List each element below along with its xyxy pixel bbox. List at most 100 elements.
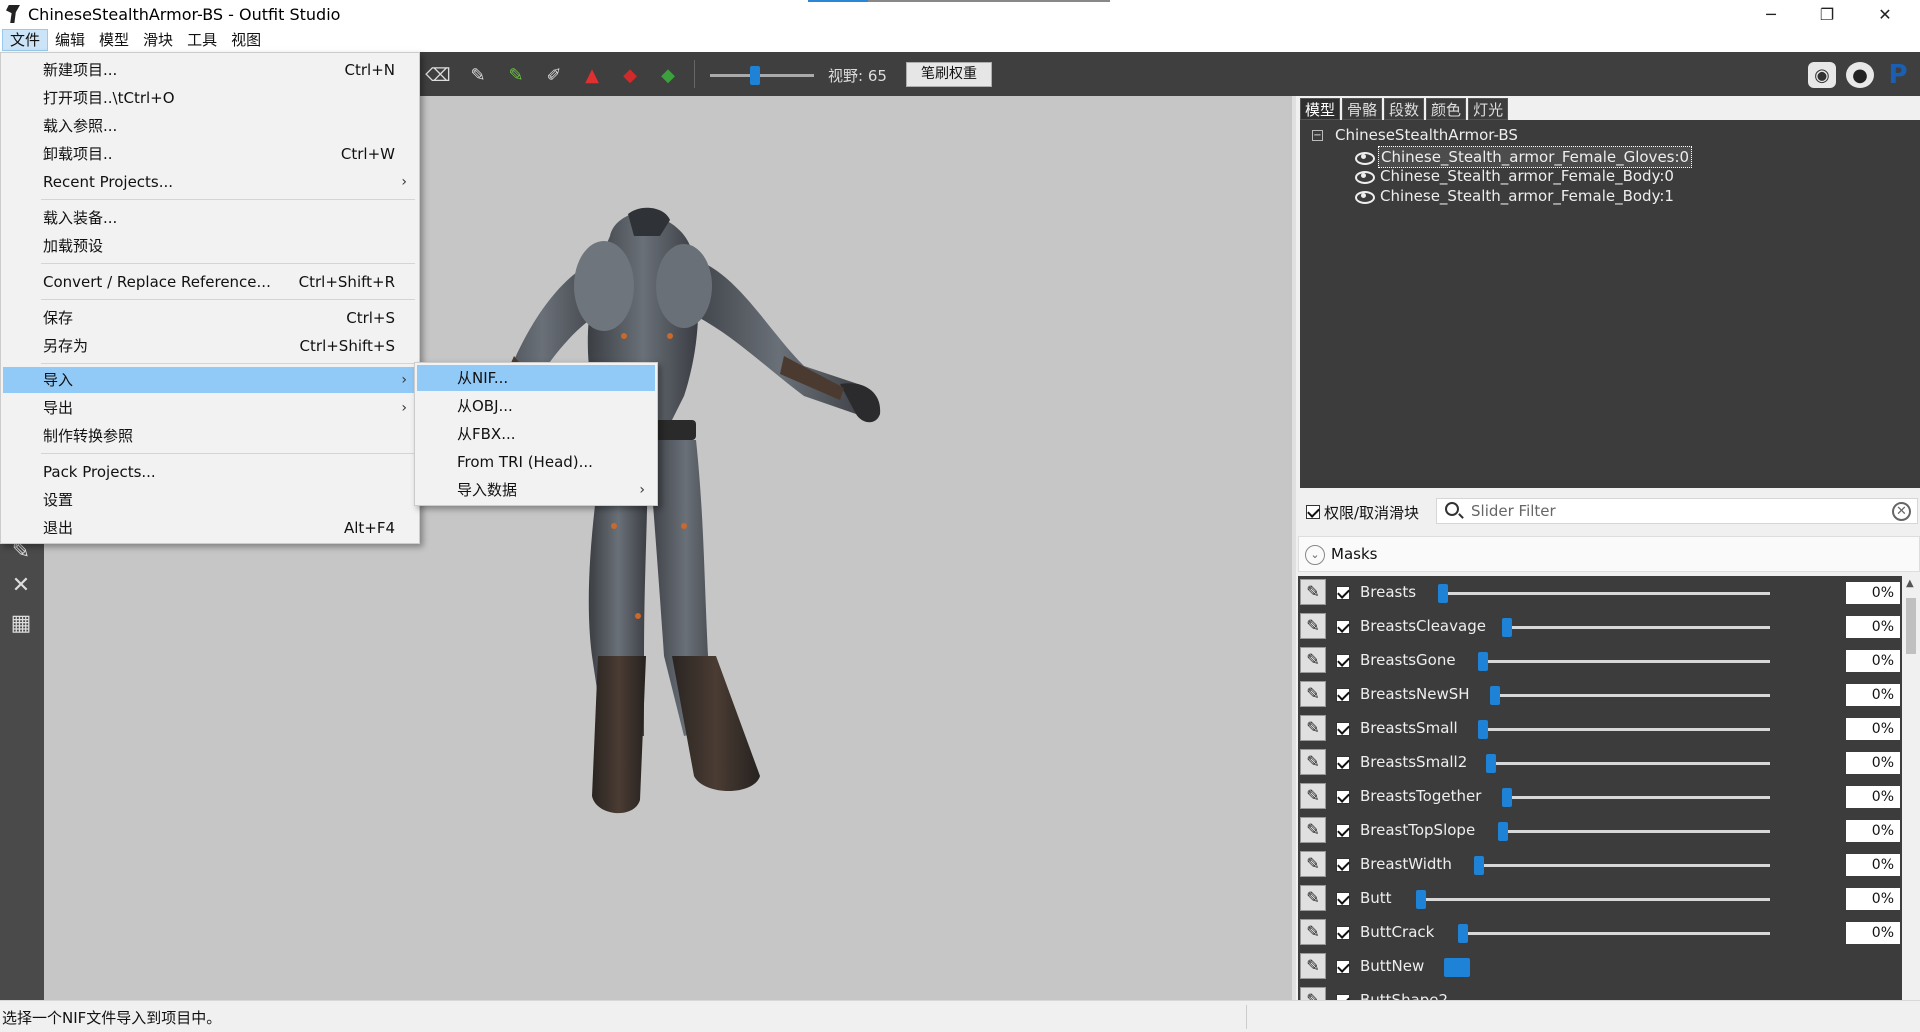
scrollbar-thumb[interactable]: [1906, 598, 1916, 654]
bone-tool-icon[interactable]: ✕: [6, 570, 36, 600]
pivot-icon[interactable]: ◆: [618, 63, 642, 87]
slider-value[interactable]: 0%: [1846, 752, 1900, 774]
menu-item-from-obj[interactable]: 从OBJ...: [417, 393, 655, 419]
menu-item-from-fbx[interactable]: 从FBX...: [417, 421, 655, 447]
edit-slider-icon[interactable]: ✎: [1300, 749, 1326, 775]
deflate-brush-icon[interactable]: ✎: [504, 63, 528, 87]
slider-filter-input[interactable]: Slider Filter ✕: [1436, 498, 1918, 524]
slider-track[interactable]: [1498, 830, 1770, 833]
smooth-brush-icon[interactable]: ✎: [466, 63, 490, 87]
menu-item-load-preset[interactable]: 加载预设: [3, 233, 417, 259]
slider-thumb[interactable]: [1486, 754, 1496, 773]
edit-slider-icon[interactable]: ✎: [1300, 613, 1326, 639]
brush-size-slider[interactable]: [710, 66, 814, 85]
slider-checkbox[interactable]: [1336, 586, 1350, 600]
menu-item-save[interactable]: 保存 Ctrl+S: [3, 305, 417, 331]
menu-item-make-conversion-ref[interactable]: 制作转换参照: [3, 423, 417, 449]
slider-track[interactable]: [1486, 762, 1770, 765]
collapse-icon[interactable]: −: [1312, 129, 1323, 141]
slider-checkbox[interactable]: [1336, 858, 1350, 872]
slider-value[interactable]: 0%: [1846, 786, 1900, 808]
menu-item-settings[interactable]: 设置: [3, 487, 417, 513]
slider-checkbox[interactable]: [1336, 892, 1350, 906]
paypal-icon[interactable]: P: [1884, 60, 1912, 90]
edit-slider-icon[interactable]: ✎: [1300, 817, 1326, 843]
slider-value[interactable]: 0%: [1846, 684, 1900, 706]
edit-slider-icon[interactable]: ✎: [1300, 783, 1326, 809]
menu-view[interactable]: 视图: [224, 29, 268, 51]
edit-slider-icon[interactable]: ✎: [1300, 647, 1326, 673]
close-button[interactable]: ✕: [1862, 0, 1908, 28]
slider-value[interactable]: 0%: [1846, 922, 1900, 944]
menu-item-save-as[interactable]: 另存为 Ctrl+Shift+S: [3, 333, 417, 359]
slider-thumb[interactable]: [1478, 652, 1488, 671]
edit-slider-icon[interactable]: ✎: [1300, 851, 1326, 877]
slider-track[interactable]: [1490, 694, 1770, 697]
menu-item-load-outfit[interactable]: 载入装备...: [3, 205, 417, 231]
slider-checkbox[interactable]: [1336, 926, 1350, 940]
edit-slider-icon[interactable]: ✎: [1300, 681, 1326, 707]
tab-bones[interactable]: 骨骼: [1342, 98, 1383, 120]
slider-value[interactable]: 0%: [1846, 650, 1900, 672]
slider-list-scrollbar[interactable]: ▲: [1902, 576, 1920, 1000]
tab-lights[interactable]: 灯光: [1468, 98, 1509, 120]
clear-icon[interactable]: ✕: [1892, 502, 1911, 521]
slider-value[interactable]: 0%: [1846, 854, 1900, 876]
slider-checkbox[interactable]: [1336, 960, 1350, 974]
visibility-eye-icon[interactable]: [1354, 151, 1375, 165]
menu-item-convert-reference[interactable]: Convert / Replace Reference... Ctrl+Shif…: [3, 269, 417, 295]
slider-track[interactable]: [1416, 898, 1770, 901]
slider-track[interactable]: [1502, 796, 1770, 799]
transform-icon[interactable]: ▲: [580, 63, 604, 87]
slider-checkbox[interactable]: [1336, 824, 1350, 838]
tree-node-body0[interactable]: Chinese_Stealth_armor_Female_Body:0: [1354, 166, 1676, 186]
menu-item-new-project[interactable]: 新建项目... Ctrl+N: [3, 57, 417, 83]
slider-value[interactable]: 0%: [1846, 820, 1900, 842]
tab-model[interactable]: 模型: [1300, 98, 1341, 120]
github-icon[interactable]: ●: [1846, 62, 1874, 88]
scroll-up-icon[interactable]: ▲: [1906, 578, 1914, 589]
tab-segments[interactable]: 段数: [1384, 98, 1425, 120]
brush-size-thumb[interactable]: [750, 66, 760, 85]
slider-checkbox[interactable]: [1336, 620, 1350, 634]
slider-value[interactable]: 0%: [1846, 582, 1900, 604]
menu-tools[interactable]: 工具: [180, 29, 224, 51]
visibility-eye-icon[interactable]: [1354, 190, 1375, 204]
edit-slider-icon[interactable]: ✎: [1300, 579, 1326, 605]
slider-track[interactable]: [1502, 626, 1770, 629]
slider-thumb[interactable]: [1444, 958, 1470, 977]
visibility-eye-icon[interactable]: [1354, 170, 1375, 184]
slider-checkbox[interactable]: [1336, 756, 1350, 770]
slider-thumb[interactable]: [1416, 890, 1426, 909]
eraser-brush-icon[interactable]: ⌫: [425, 63, 450, 87]
tree-root[interactable]: − ChineseStealthArmor-BS: [1312, 126, 1518, 144]
toggle-sliders-checkbox[interactable]: [1306, 505, 1320, 519]
slider-value[interactable]: 0%: [1846, 718, 1900, 740]
edit-slider-icon[interactable]: ✎: [1300, 715, 1326, 741]
slider-track[interactable]: [1474, 864, 1770, 867]
slider-thumb[interactable]: [1438, 584, 1448, 603]
menu-item-unload-project[interactable]: 卸载项目.. Ctrl+W: [3, 141, 417, 167]
menu-item-from-tri[interactable]: From TRI (Head)...: [417, 449, 655, 475]
menu-item-open-project[interactable]: 打开项目..\tCtrl+O: [3, 85, 417, 111]
slider-checkbox[interactable]: [1336, 688, 1350, 702]
brush-weight-button[interactable]: 笔刷权重: [906, 62, 992, 87]
slider-track[interactable]: [1478, 728, 1770, 731]
edit-slider-icon[interactable]: ✎: [1300, 919, 1326, 945]
chevron-down-icon[interactable]: ⌄: [1305, 545, 1325, 565]
menu-item-pack-projects[interactable]: Pack Projects...: [3, 459, 417, 485]
menu-item-exit[interactable]: 退出 Alt+F4: [3, 515, 417, 541]
grid-tool-icon[interactable]: ▦: [6, 608, 36, 638]
slider-value[interactable]: 0%: [1846, 888, 1900, 910]
slider-thumb[interactable]: [1478, 720, 1488, 739]
slider-thumb[interactable]: [1498, 822, 1508, 841]
edit-slider-icon[interactable]: ✎: [1300, 885, 1326, 911]
slider-thumb[interactable]: [1502, 788, 1512, 807]
tree-node-body1[interactable]: Chinese_Stealth_armor_Female_Body:1: [1354, 186, 1676, 206]
vertex-select-icon[interactable]: ◆: [656, 63, 680, 87]
slider-track[interactable]: [1438, 592, 1770, 595]
slider-value[interactable]: 0%: [1846, 616, 1900, 638]
slider-thumb[interactable]: [1490, 686, 1500, 705]
slider-track[interactable]: [1458, 932, 1770, 935]
slider-checkbox[interactable]: [1336, 722, 1350, 736]
